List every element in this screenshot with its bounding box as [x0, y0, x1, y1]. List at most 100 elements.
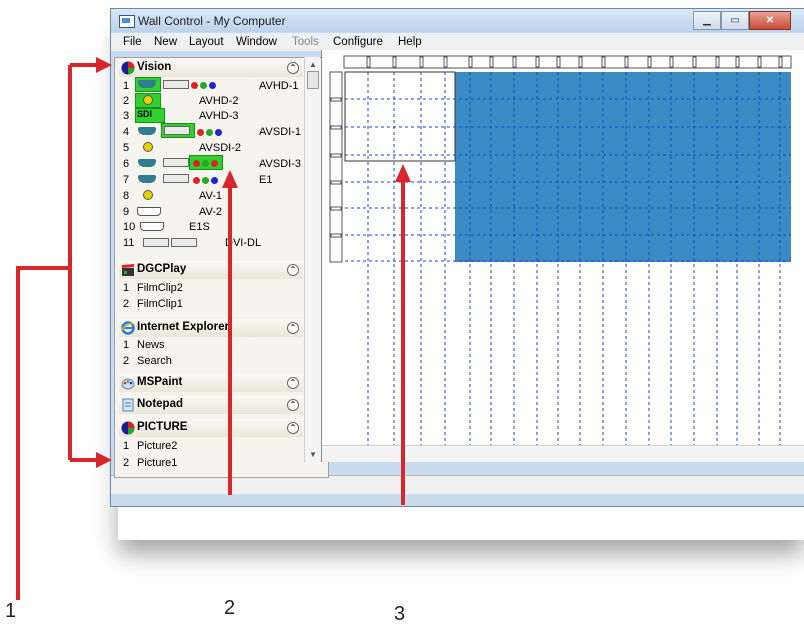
- minimize-icon: ▁: [703, 15, 711, 26]
- canvas-horizontal-scrollbar[interactable]: [322, 445, 804, 462]
- window-title: Wall Control - My Computer: [138, 14, 286, 28]
- row-label: AVSDI-1: [259, 126, 301, 138]
- composite-port-icon: [143, 95, 153, 105]
- row-label: E1S: [189, 221, 210, 233]
- callout-label-3: 3: [394, 603, 406, 625]
- selected-window-region[interactable]: [344, 71, 456, 162]
- notepad-icon: [122, 398, 134, 412]
- row-number: 8: [123, 190, 130, 202]
- row-number: 6: [123, 158, 130, 170]
- collapse-up-icon[interactable]: ⌃: [287, 399, 299, 411]
- group-header-mspaint[interactable]: MSPaint ⌃: [119, 374, 303, 392]
- group-title-picture: PICTURE: [137, 421, 188, 433]
- row-number: 1: [123, 440, 130, 452]
- row-label: AV-1: [199, 190, 223, 202]
- group-header-dgcplay[interactable]: DGCPlay ⌃: [119, 261, 303, 279]
- row-number: 5: [123, 142, 130, 154]
- row-number: 11: [123, 237, 135, 249]
- vision-logo-icon: [121, 61, 135, 75]
- collapse-up-icon[interactable]: ⌃: [287, 62, 299, 74]
- row-label: Picture1: [137, 457, 178, 469]
- paint-palette-icon: [121, 378, 135, 390]
- menu-file[interactable]: File: [123, 36, 142, 48]
- row-label: FilmClip2: [137, 282, 183, 294]
- rgb-connector-icon: [191, 80, 219, 89]
- collapse-up-icon[interactable]: ⌃: [287, 322, 299, 334]
- row-label: DVI-DL: [225, 237, 262, 249]
- callout-label-1: 1: [5, 600, 17, 622]
- menu-configure[interactable]: Configure: [333, 36, 383, 48]
- clapperboard-icon: [122, 264, 134, 276]
- row-label: AV-2: [199, 206, 223, 218]
- source-panel: Vision ⌃ 1 AVHD-1 2 AVHD-2 3 SDI AVHD-3 …: [114, 57, 329, 478]
- dvi-port-icon: [163, 174, 189, 183]
- row-number: 10: [123, 221, 136, 233]
- callout-label-2: 2: [224, 597, 236, 619]
- menu-layout[interactable]: Layout: [189, 36, 224, 48]
- dvi-port-icon: [164, 126, 190, 135]
- menu-bar: File New Layout Window Tools Configure H…: [111, 33, 804, 51]
- vga-port-icon: [138, 175, 156, 183]
- title-bar[interactable]: Wall Control - My Computer ▁ ▭ ✕: [111, 9, 804, 32]
- maximize-button[interactable]: ▭: [721, 11, 749, 30]
- row-number: 2: [123, 457, 130, 469]
- source-panel-scrollbar[interactable]: ▲ ▼: [304, 57, 320, 462]
- group-header-internet-explorer[interactable]: Internet Explorer ⌃: [119, 319, 303, 337]
- vga-port-icon: [138, 80, 156, 88]
- row-label: Search: [137, 355, 172, 367]
- group-header-picture[interactable]: PICTURE ⌃: [119, 419, 303, 437]
- row-label: AVHD-1: [259, 80, 299, 92]
- collapse-up-icon[interactable]: ⌃: [287, 264, 299, 276]
- collapse-up-icon[interactable]: ⌃: [287, 422, 299, 434]
- group-header-vision[interactable]: Vision ⌃: [119, 59, 303, 77]
- row-label: AVSDI-3: [259, 158, 301, 170]
- group-header-notepad[interactable]: Notepad ⌃: [119, 396, 303, 414]
- row-number: 2: [123, 95, 130, 107]
- menu-help[interactable]: Help: [398, 36, 422, 48]
- menu-window[interactable]: Window: [236, 36, 277, 48]
- menu-new[interactable]: New: [154, 36, 177, 48]
- wall-grid[interactable]: [322, 50, 804, 462]
- collapse-up-icon[interactable]: ⌃: [287, 377, 299, 389]
- scroll-down-arrow-icon[interactable]: ▼: [309, 450, 317, 459]
- wall-control-app-icon: [119, 15, 135, 28]
- hdmi-port-icon: [137, 207, 161, 216]
- row-label: AVSDI-2: [199, 142, 241, 154]
- dvi-port-icon: [163, 158, 189, 167]
- row-number: 1: [123, 339, 130, 351]
- row-number: 3: [123, 110, 130, 122]
- scroll-thumb[interactable]: [307, 71, 319, 89]
- row-number: 9: [123, 206, 130, 218]
- row-number: 7: [123, 174, 130, 186]
- wall-layout-canvas[interactable]: [321, 50, 804, 462]
- group-title-vision: Vision: [137, 61, 172, 73]
- dvi-port-icon: [143, 238, 169, 247]
- hdmi-port-icon: [140, 222, 164, 231]
- group-title-notepad: Notepad: [137, 398, 183, 410]
- menu-tools[interactable]: Tools: [292, 36, 319, 48]
- vga-port-icon: [138, 159, 156, 167]
- scroll-up-arrow-icon[interactable]: ▲: [309, 60, 317, 69]
- row-number: 2: [123, 355, 130, 367]
- group-title-dgcplay: DGCPlay: [137, 263, 187, 275]
- close-button[interactable]: ✕: [749, 11, 791, 30]
- composite-port-icon: [143, 142, 153, 152]
- dvi-port-icon: [163, 80, 189, 89]
- row-number: 4: [123, 126, 130, 138]
- group-title-mspaint: MSPaint: [137, 376, 183, 388]
- row-label: AVHD-2: [199, 95, 239, 107]
- rgb-connector-icon: [197, 127, 225, 136]
- row-label: E1: [259, 174, 273, 186]
- minimize-button[interactable]: ▁: [693, 11, 721, 30]
- sdi-badge: SDI: [137, 109, 153, 119]
- picture-logo-icon: [121, 421, 135, 435]
- row-label: News: [137, 339, 165, 351]
- group-title-internet-explorer: Internet Explorer: [137, 321, 230, 333]
- row-number: 1: [123, 80, 130, 92]
- top-ruler: [343, 55, 792, 69]
- internet-explorer-icon: [121, 321, 135, 335]
- composite-port-icon: [143, 190, 153, 200]
- callout-1-line: [16, 266, 70, 600]
- row-label: AVHD-3: [199, 110, 239, 122]
- wall-display-area[interactable]: [455, 72, 791, 262]
